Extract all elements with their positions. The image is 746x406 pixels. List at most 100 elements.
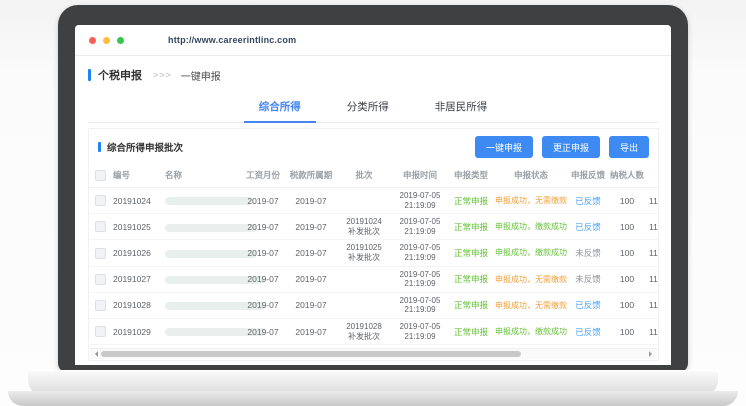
select-all-checkbox[interactable] [95,170,106,181]
header-select-cell [89,163,111,188]
column-header: 批次 [337,163,391,188]
cell-number: 20191026 [111,240,163,266]
cell-feedback: 已反馈 [569,292,607,318]
browser-chrome: http://www.careerintlinc.com [75,25,671,56]
cell-number: 20191025 [111,214,163,240]
tab-2[interactable]: 非居民所得 [432,93,491,122]
cell-batch [337,266,391,292]
row-checkbox[interactable] [95,195,106,206]
cell-number: 20191027 [111,266,163,292]
row-select-cell [89,318,111,344]
cell-declare-status: 申报成功，无需缴款 [493,266,569,292]
cell-declare-type: 正常申报 [449,292,493,318]
scrollbar-thumb[interactable] [101,351,521,357]
table-row: 201910272019-072019-072019-07-0521:19:09… [89,266,658,292]
cell-name [163,240,241,266]
cell-taxpayers: 100 [607,240,647,266]
export-button[interactable]: 导出 [609,136,649,158]
window-minimize-button[interactable] [103,37,110,44]
row-select-cell [89,240,111,266]
cell-taxpayers: 100 [607,292,647,318]
feedback-link[interactable]: 已反馈 [575,300,601,310]
breadcrumb-current: 一键申报 [181,68,221,83]
cell-batch: 20191024补发批次 [337,214,391,240]
cell-tax-period: 2019-07 [285,214,337,240]
cell-taxpayers: 100 [607,266,647,292]
cell-clipped: 11 [647,240,658,266]
row-checkbox[interactable] [95,300,106,311]
cell-declare-time: 2019-07-0521:19:09 [391,214,449,240]
row-select-cell [89,214,111,240]
cell-salary-month: 2019-07 [241,318,285,344]
column-header: 申报状态 [493,163,569,188]
cell-declare-type: 正常申报 [449,266,493,292]
row-select-cell [89,292,111,318]
breadcrumb-separator: >>> [153,70,172,80]
correction-declare-button[interactable]: 更正申报 [542,136,600,158]
cell-clipped: 11 [647,214,658,240]
window-close-button[interactable] [89,37,96,44]
window-zoom-button[interactable] [117,37,124,44]
table-row: 201910262019-072019-0720191025补发批次2019-0… [89,240,658,266]
cell-batch [337,292,391,318]
cell-feedback: 已反馈 [569,188,607,214]
cell-taxpayers: 100 [607,214,647,240]
cell-salary-month: 2019-07 [241,214,285,240]
feedback-link[interactable]: 已反馈 [575,327,601,337]
cell-number: 20191028 [111,292,163,318]
cell-declare-time: 2019-07-0521:19:09 [391,266,449,292]
cell-name [163,188,241,214]
cell-salary-month: 2019-07 [241,240,285,266]
row-checkbox[interactable] [95,326,106,337]
panel-actions: 一键申报更正申报导出 [475,136,649,158]
cell-declare-time: 2019-07-0521:19:09 [391,292,449,318]
cell-declare-time: 2019-07-0521:19:09 [391,188,449,214]
one-click-declare-button[interactable]: 一键申报 [475,136,533,158]
row-checkbox[interactable] [95,221,106,232]
scroll-right-arrow-icon[interactable] [649,351,655,357]
cell-declare-time: 2019-07-0521:19:09 [391,240,449,266]
accent-bar-icon [98,142,101,152]
table-row: 201910292019-072019-0720191028补发批次2019-0… [89,318,658,344]
row-checkbox[interactable] [95,274,106,285]
address-bar[interactable]: http://www.careerintlinc.com [168,35,296,45]
cell-taxpayers: 100 [607,188,647,214]
tab-0[interactable]: 综合所得 [256,93,304,122]
cell-clipped: 11 [647,188,658,214]
feedback-link: 未反馈 [575,274,601,284]
cell-declare-status: 申报成功，缴款成功 [493,240,569,266]
column-header: 税款所属期 [285,163,337,188]
table-head-row: 编号名称工资月份税款所属期批次申报时间申报类型申报状态申报反馈纳税人数 [89,163,658,188]
column-header: 纳税人数 [607,163,647,188]
cell-declare-type: 正常申报 [449,214,493,240]
cell-declare-type: 正常申报 [449,318,493,344]
cell-declare-time: 2019-07-0521:19:09 [391,318,449,344]
panel-title-wrap: 综合所得申报批次 [98,140,183,154]
cell-tax-period: 2019-07 [285,188,337,214]
window-controls [89,37,124,44]
scroll-left-arrow-icon[interactable] [92,351,98,357]
cell-declare-status: 申报成功，缴款成功 [493,214,569,240]
redacted-name-pill [165,250,257,258]
cell-declare-status: 申报成功，无需缴款 [493,292,569,318]
tab-1[interactable]: 分类所得 [344,93,392,122]
cell-name [163,266,241,292]
column-header: 申报反馈 [569,163,607,188]
cell-clipped: 11 [647,292,658,318]
feedback-link: 未反馈 [575,248,601,258]
column-header: 编号 [111,163,163,188]
feedback-link[interactable]: 已反馈 [575,196,601,206]
panel-header: 综合所得申报批次 一键申报更正申报导出 [89,129,658,163]
tab-bar: 综合所得 分类所得 非居民所得 [88,93,658,123]
cell-name [163,292,241,318]
cell-batch [337,188,391,214]
table-row: 201910282019-072019-072019-07-0521:19:09… [89,292,658,318]
cell-tax-period: 2019-07 [285,318,337,344]
cell-feedback: 未反馈 [569,240,607,266]
feedback-link[interactable]: 已反馈 [575,222,601,232]
row-checkbox[interactable] [95,248,106,259]
breadcrumb: 个税申报 >>> 一键申报 [88,67,671,83]
table-row: 201910252019-072019-0720191024补发批次2019-0… [89,214,658,240]
batches-table: 编号名称工资月份税款所属期批次申报时间申报类型申报状态申报反馈纳税人数 2019… [89,163,658,356]
cell-name [163,214,241,240]
